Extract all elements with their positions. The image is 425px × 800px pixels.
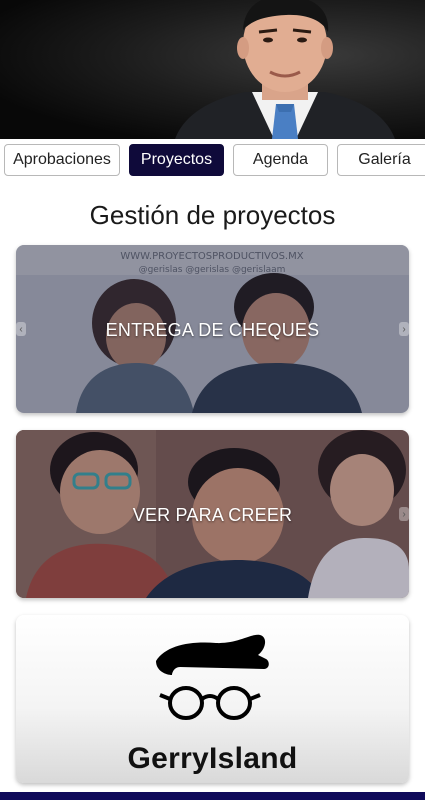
section-tabs: Aprobaciones Proyectos Agenda Galería (0, 144, 425, 177)
chevron-right-icon[interactable]: › (399, 322, 409, 336)
gerryisland-card[interactable]: GerryIsland (16, 615, 409, 783)
chevron-right-icon[interactable]: › (399, 507, 409, 521)
card-entrega-de-cheques[interactable]: WWW.PROYECTOSPRODUCTIVOS.MX @gerislas @g… (16, 245, 409, 413)
brand-name: GerryIsland (127, 742, 298, 775)
chevron-left-icon[interactable]: ‹ (16, 322, 26, 336)
card-label: ENTREGA DE CHEQUES (105, 320, 320, 340)
card-ver-para-creer[interactable]: VER PARA CREER › (16, 430, 409, 598)
tab-agenda[interactable]: Agenda (233, 144, 328, 176)
card-label: VER PARA CREER (132, 505, 293, 525)
tab-galeria[interactable]: Galería (337, 144, 425, 176)
tab-aprobaciones[interactable]: Aprobaciones (4, 144, 120, 176)
header-profile-photo (0, 0, 425, 139)
page-title: Gestión de proyectos (89, 200, 336, 230)
bottom-bar (0, 792, 425, 800)
man-portrait-illustration (175, 0, 395, 139)
tab-proyectos[interactable]: Proyectos (129, 144, 224, 176)
